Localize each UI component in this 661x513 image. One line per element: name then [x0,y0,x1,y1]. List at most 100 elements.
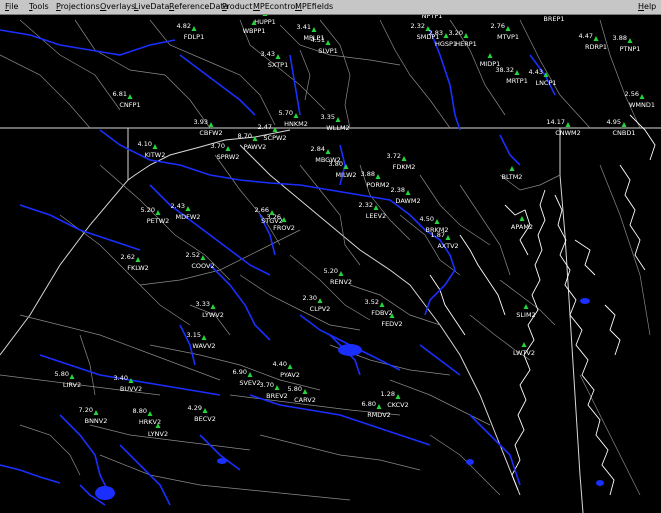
station-id: WLLM2 [326,124,349,132]
gauge-marker-icon[interactable] [127,94,133,99]
gauge-marker-icon[interactable] [514,70,520,75]
gauge-marker-icon[interactable] [287,364,293,369]
menu-overlays[interactable]: Overlays [100,1,135,13]
gauge-marker-icon[interactable] [225,146,231,151]
station-value: 14.17 [546,118,565,126]
station-id: AXTV2 [437,242,458,250]
gauge-marker-icon[interactable] [275,54,281,59]
map-canvas[interactable]: 4.82FDLP14.64HUPP1WBPP13.41MPLP14.51SLVP… [0,15,661,513]
gauge-marker-icon[interactable] [152,144,158,149]
gauge-marker-icon[interactable] [325,40,331,45]
station-value: 3.93 [194,118,208,126]
station-value: 3.41 [297,23,311,31]
gauge-marker-icon[interactable] [505,26,511,31]
gauge-marker-icon[interactable] [338,271,344,276]
station-id: PORM2 [366,181,389,189]
station-value: 6.81 [113,90,127,98]
gauge-marker-icon[interactable] [317,298,323,303]
station-value: 2.47 [258,123,272,131]
station-id: MDFW2 [176,213,201,221]
gauge-marker-icon[interactable] [274,385,280,390]
station-id: FEDV2 [381,320,402,328]
gauge-marker-icon[interactable] [201,335,207,340]
station-value: 4.51 [311,36,325,44]
station-id: SCPW2 [263,134,286,142]
station-id: DAWM2 [395,197,420,205]
station-id: FDBV2 [371,309,393,317]
station-id: CARV2 [294,396,316,404]
gauge-marker-icon[interactable] [155,210,161,215]
gauge-marker-icon[interactable] [325,149,331,154]
gauge-marker-icon[interactable] [185,206,191,211]
station-value: 4.82 [177,22,191,30]
gauge-marker-icon[interactable] [375,174,381,179]
gauge-marker-icon[interactable] [191,26,197,31]
gauge-marker-icon[interactable] [565,122,571,127]
gauge-marker-icon[interactable] [509,166,515,171]
station-value: 3.35 [321,113,335,121]
gauge-marker-icon[interactable] [519,216,525,221]
station-id: MTVP1 [497,33,519,41]
menu-mpecontrol[interactable]: MPEcontrol [253,1,298,13]
gauge-marker-icon[interactable] [523,304,529,309]
menu-tools[interactable]: Tools [29,1,49,13]
gauge-marker-icon[interactable] [639,94,645,99]
station-id: SVEV2 [239,379,260,387]
gauge-marker-icon[interactable] [200,255,206,260]
gauge-marker-icon[interactable] [463,33,469,38]
station-id: SXTP1 [268,61,289,69]
station-value: 5.70 [279,109,293,117]
gauge-marker-icon[interactable] [293,113,299,118]
gauge-marker-icon[interactable] [208,122,214,127]
station-value: 1.28 [381,390,395,398]
gauge-marker-icon[interactable] [93,410,99,415]
gauge-marker-icon[interactable] [487,53,493,58]
station-id: LIRV2 [63,381,81,389]
gauge-marker-icon[interactable] [373,205,379,210]
station-value: 2.38 [391,186,405,194]
gauge-marker-icon[interactable] [210,304,216,309]
gauge-marker-icon[interactable] [135,257,141,262]
menu-livedata[interactable]: LiveData [134,1,169,13]
gauge-marker-icon[interactable] [69,374,75,379]
station-id: BREV2 [266,392,288,400]
gauge-marker-icon[interactable] [302,389,308,394]
gauge-marker-icon[interactable] [401,156,407,161]
station-id: FDLP1 [184,33,204,41]
menu-product[interactable]: Product [222,1,252,13]
gauge-marker-icon[interactable] [621,122,627,127]
gauge-marker-icon[interactable] [445,235,451,240]
station-id: SLIM2 [516,311,535,319]
gauge-marker-icon[interactable] [434,219,440,224]
station-value: 3.88 [361,170,375,178]
gauge-marker-icon[interactable] [521,342,527,347]
station-value: 5.80 [55,370,69,378]
station-value: 2.84 [311,145,325,153]
gauge-marker-icon[interactable] [147,411,153,416]
gauge-marker-icon[interactable] [395,394,401,399]
station-id: WAVV2 [192,342,215,350]
menu-mpefields[interactable]: MPEfields [295,1,333,13]
station-id: WBPP1 [243,27,266,35]
station-value: 2.56 [625,90,639,98]
gauge-marker-icon[interactable] [376,404,382,409]
gauge-marker-icon[interactable] [593,36,599,41]
menu-file[interactable]: File [5,1,18,13]
gauge-marker-icon[interactable] [202,408,208,413]
gauge-marker-icon[interactable] [247,372,253,377]
gauge-marker-icon[interactable] [311,27,317,32]
station-value: 3.40 [114,374,128,382]
station-id: HERP1 [455,40,477,48]
gauge-marker-icon[interactable] [405,190,411,195]
gauge-marker-icon[interactable] [627,38,633,43]
gauge-marker-icon[interactable] [262,15,268,16]
station-id: BREP1 [543,15,564,23]
station-id: LEEV2 [366,212,386,220]
menu-referencedata[interactable]: ReferenceData [169,1,228,13]
gauge-marker-icon[interactable] [335,117,341,122]
menu-help[interactable]: Help [638,1,656,13]
station-id: PAWV2 [244,143,267,151]
gauge-marker-icon[interactable] [379,302,385,307]
menu-projections[interactable]: Projections [56,1,100,13]
station-id: MRTP1 [506,77,528,85]
